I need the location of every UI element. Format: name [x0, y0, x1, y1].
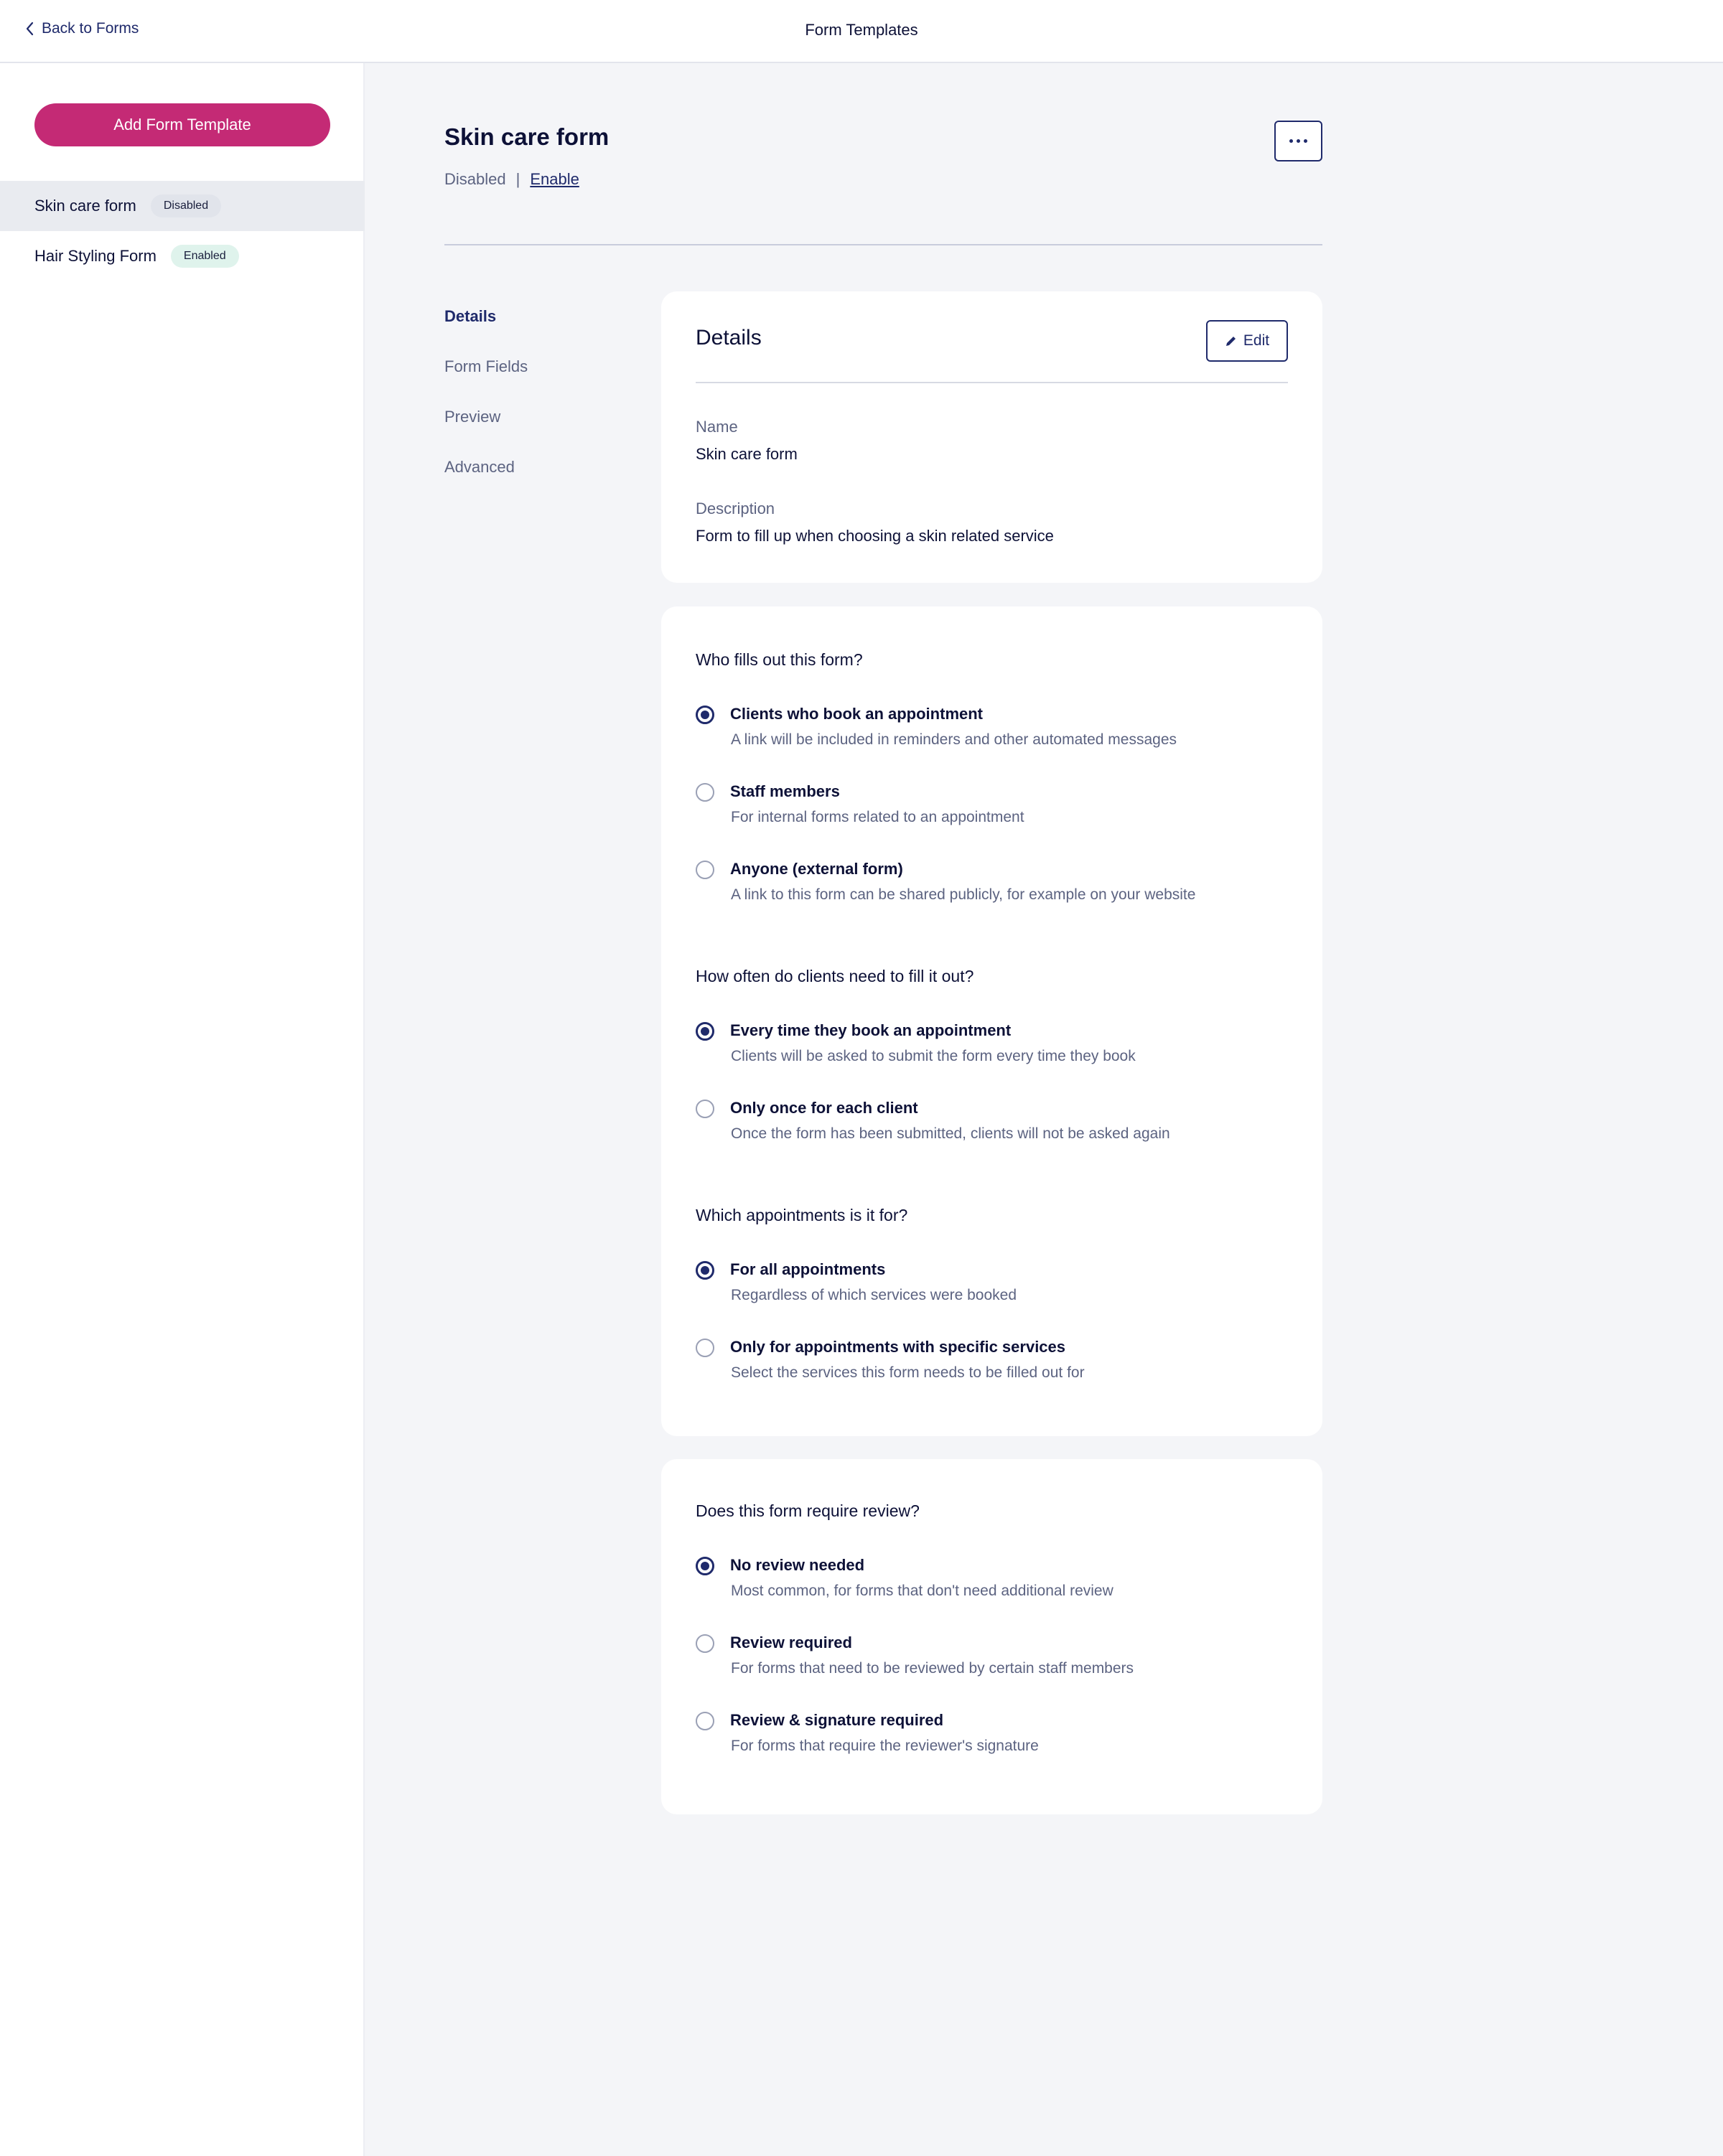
radio-button[interactable]	[696, 1022, 714, 1041]
form-status-line: Disabled | Enable	[444, 170, 579, 189]
details-card-title: Details	[696, 326, 762, 350]
option-description: For forms that need to be reviewed by ce…	[731, 1660, 1134, 1677]
radio-button[interactable]	[696, 1100, 714, 1118]
more-options-button[interactable]	[1274, 121, 1322, 161]
option-label: For all appointments	[730, 1260, 886, 1278]
subnav-details[interactable]: Details	[444, 307, 496, 326]
top-bar: Back to Forms Form Templates	[0, 0, 1723, 63]
radio-button[interactable]	[696, 1712, 714, 1730]
status-badge: Disabled	[150, 194, 222, 217]
option-description: For internal forms related to an appoint…	[731, 809, 1024, 825]
review-card: Does this form require review? No review…	[661, 1459, 1322, 1814]
option-description: Regardless of which services were booked	[731, 1287, 1017, 1303]
radio-button[interactable]	[696, 861, 714, 879]
radio-button[interactable]	[696, 1634, 714, 1653]
option-label: Only for appointments with specific serv…	[730, 1338, 1066, 1356]
sidebar-item-hair-styling-form[interactable]: Hair Styling Form Enabled	[0, 231, 365, 281]
option-every-time[interactable]: Every time they book an appointment Clie…	[696, 1021, 1299, 1078]
enable-link[interactable]: Enable	[530, 170, 579, 189]
option-label: No review needed	[730, 1556, 865, 1574]
option-all-appointments[interactable]: For all appointments Regardless of which…	[696, 1260, 1299, 1317]
appointments-question: Which appointments is it for?	[696, 1206, 908, 1224]
subnav-form-fields[interactable]: Form Fields	[444, 357, 528, 376]
radio-button[interactable]	[696, 783, 714, 802]
option-label: Every time they book an appointment	[730, 1021, 1012, 1039]
edit-label: Edit	[1243, 332, 1270, 349]
option-anyone-external[interactable]: Anyone (external form) A link to this fo…	[696, 859, 1299, 917]
option-label: Only once for each client	[730, 1099, 918, 1117]
sidebar-item-label: Skin care form	[34, 197, 136, 215]
option-label: Clients who book an appointment	[730, 705, 983, 723]
who-fills-question: Who fills out this form?	[696, 650, 863, 669]
edit-details-button[interactable]: Edit	[1206, 320, 1288, 362]
radio-button[interactable]	[696, 1339, 714, 1357]
description-value: Form to fill up when choosing a skin rel…	[696, 527, 1054, 545]
option-label: Staff members	[730, 782, 840, 800]
frequency-question: How often do clients need to fill it out…	[696, 967, 974, 985]
option-description: A link to this form can be shared public…	[731, 886, 1196, 903]
subnav-preview[interactable]: Preview	[444, 408, 500, 426]
name-value: Skin care form	[696, 445, 798, 463]
option-no-review[interactable]: No review needed Most common, for forms …	[696, 1555, 1299, 1613]
review-question: Does this form require review?	[696, 1501, 920, 1520]
more-dots-icon	[1289, 139, 1293, 143]
name-label: Name	[696, 418, 738, 436]
option-label: Review & signature required	[730, 1711, 944, 1729]
subnav-advanced[interactable]: Advanced	[444, 458, 515, 477]
option-label: Review required	[730, 1634, 852, 1651]
sidebar-item-label: Hair Styling Form	[34, 247, 157, 265]
form-title: Skin care form	[444, 123, 610, 150]
option-description: Clients will be asked to submit the form…	[731, 1048, 1136, 1064]
pencil-icon	[1225, 337, 1236, 346]
page-title: Form Templates	[805, 21, 918, 39]
description-label: Description	[696, 500, 775, 517]
radio-button[interactable]	[696, 706, 714, 724]
details-card: Details Edit Name Skin care form Descrip…	[661, 291, 1322, 583]
sidebar-item-skin-care-form[interactable]: Skin care form Disabled	[0, 181, 365, 231]
option-description: For forms that require the reviewer's si…	[731, 1738, 1039, 1754]
option-specific-services[interactable]: Only for appointments with specific serv…	[696, 1337, 1299, 1395]
status-separator: |	[515, 170, 520, 188]
option-clients-who-book[interactable]: Clients who book an appointment A link w…	[696, 704, 1299, 761]
form-settings-card: Who fills out this form? Clients who boo…	[661, 606, 1322, 1436]
details-divider	[696, 382, 1288, 383]
option-label: Anyone (external form)	[730, 860, 903, 878]
option-only-once[interactable]: Only once for each client Once the form …	[696, 1098, 1299, 1156]
add-form-template-button[interactable]: Add Form Template	[34, 103, 330, 146]
option-description: A link will be included in reminders and…	[731, 731, 1177, 748]
option-review-required[interactable]: Review required For forms that need to b…	[696, 1633, 1299, 1690]
option-staff-members[interactable]: Staff members For internal forms related…	[696, 782, 1299, 839]
sidebar: Add Form Template Skin care form Disable…	[0, 63, 365, 2156]
form-status: Disabled	[444, 170, 506, 188]
option-description: Once the form has been submitted, client…	[731, 1125, 1170, 1142]
option-description: Select the services this form needs to b…	[731, 1364, 1085, 1381]
option-description: Most common, for forms that don't need a…	[731, 1583, 1113, 1599]
status-badge: Enabled	[170, 245, 239, 268]
option-review-signature[interactable]: Review & signature required For forms th…	[696, 1710, 1299, 1768]
radio-button[interactable]	[696, 1261, 714, 1280]
radio-button[interactable]	[696, 1557, 714, 1575]
header-divider	[444, 244, 1322, 245]
